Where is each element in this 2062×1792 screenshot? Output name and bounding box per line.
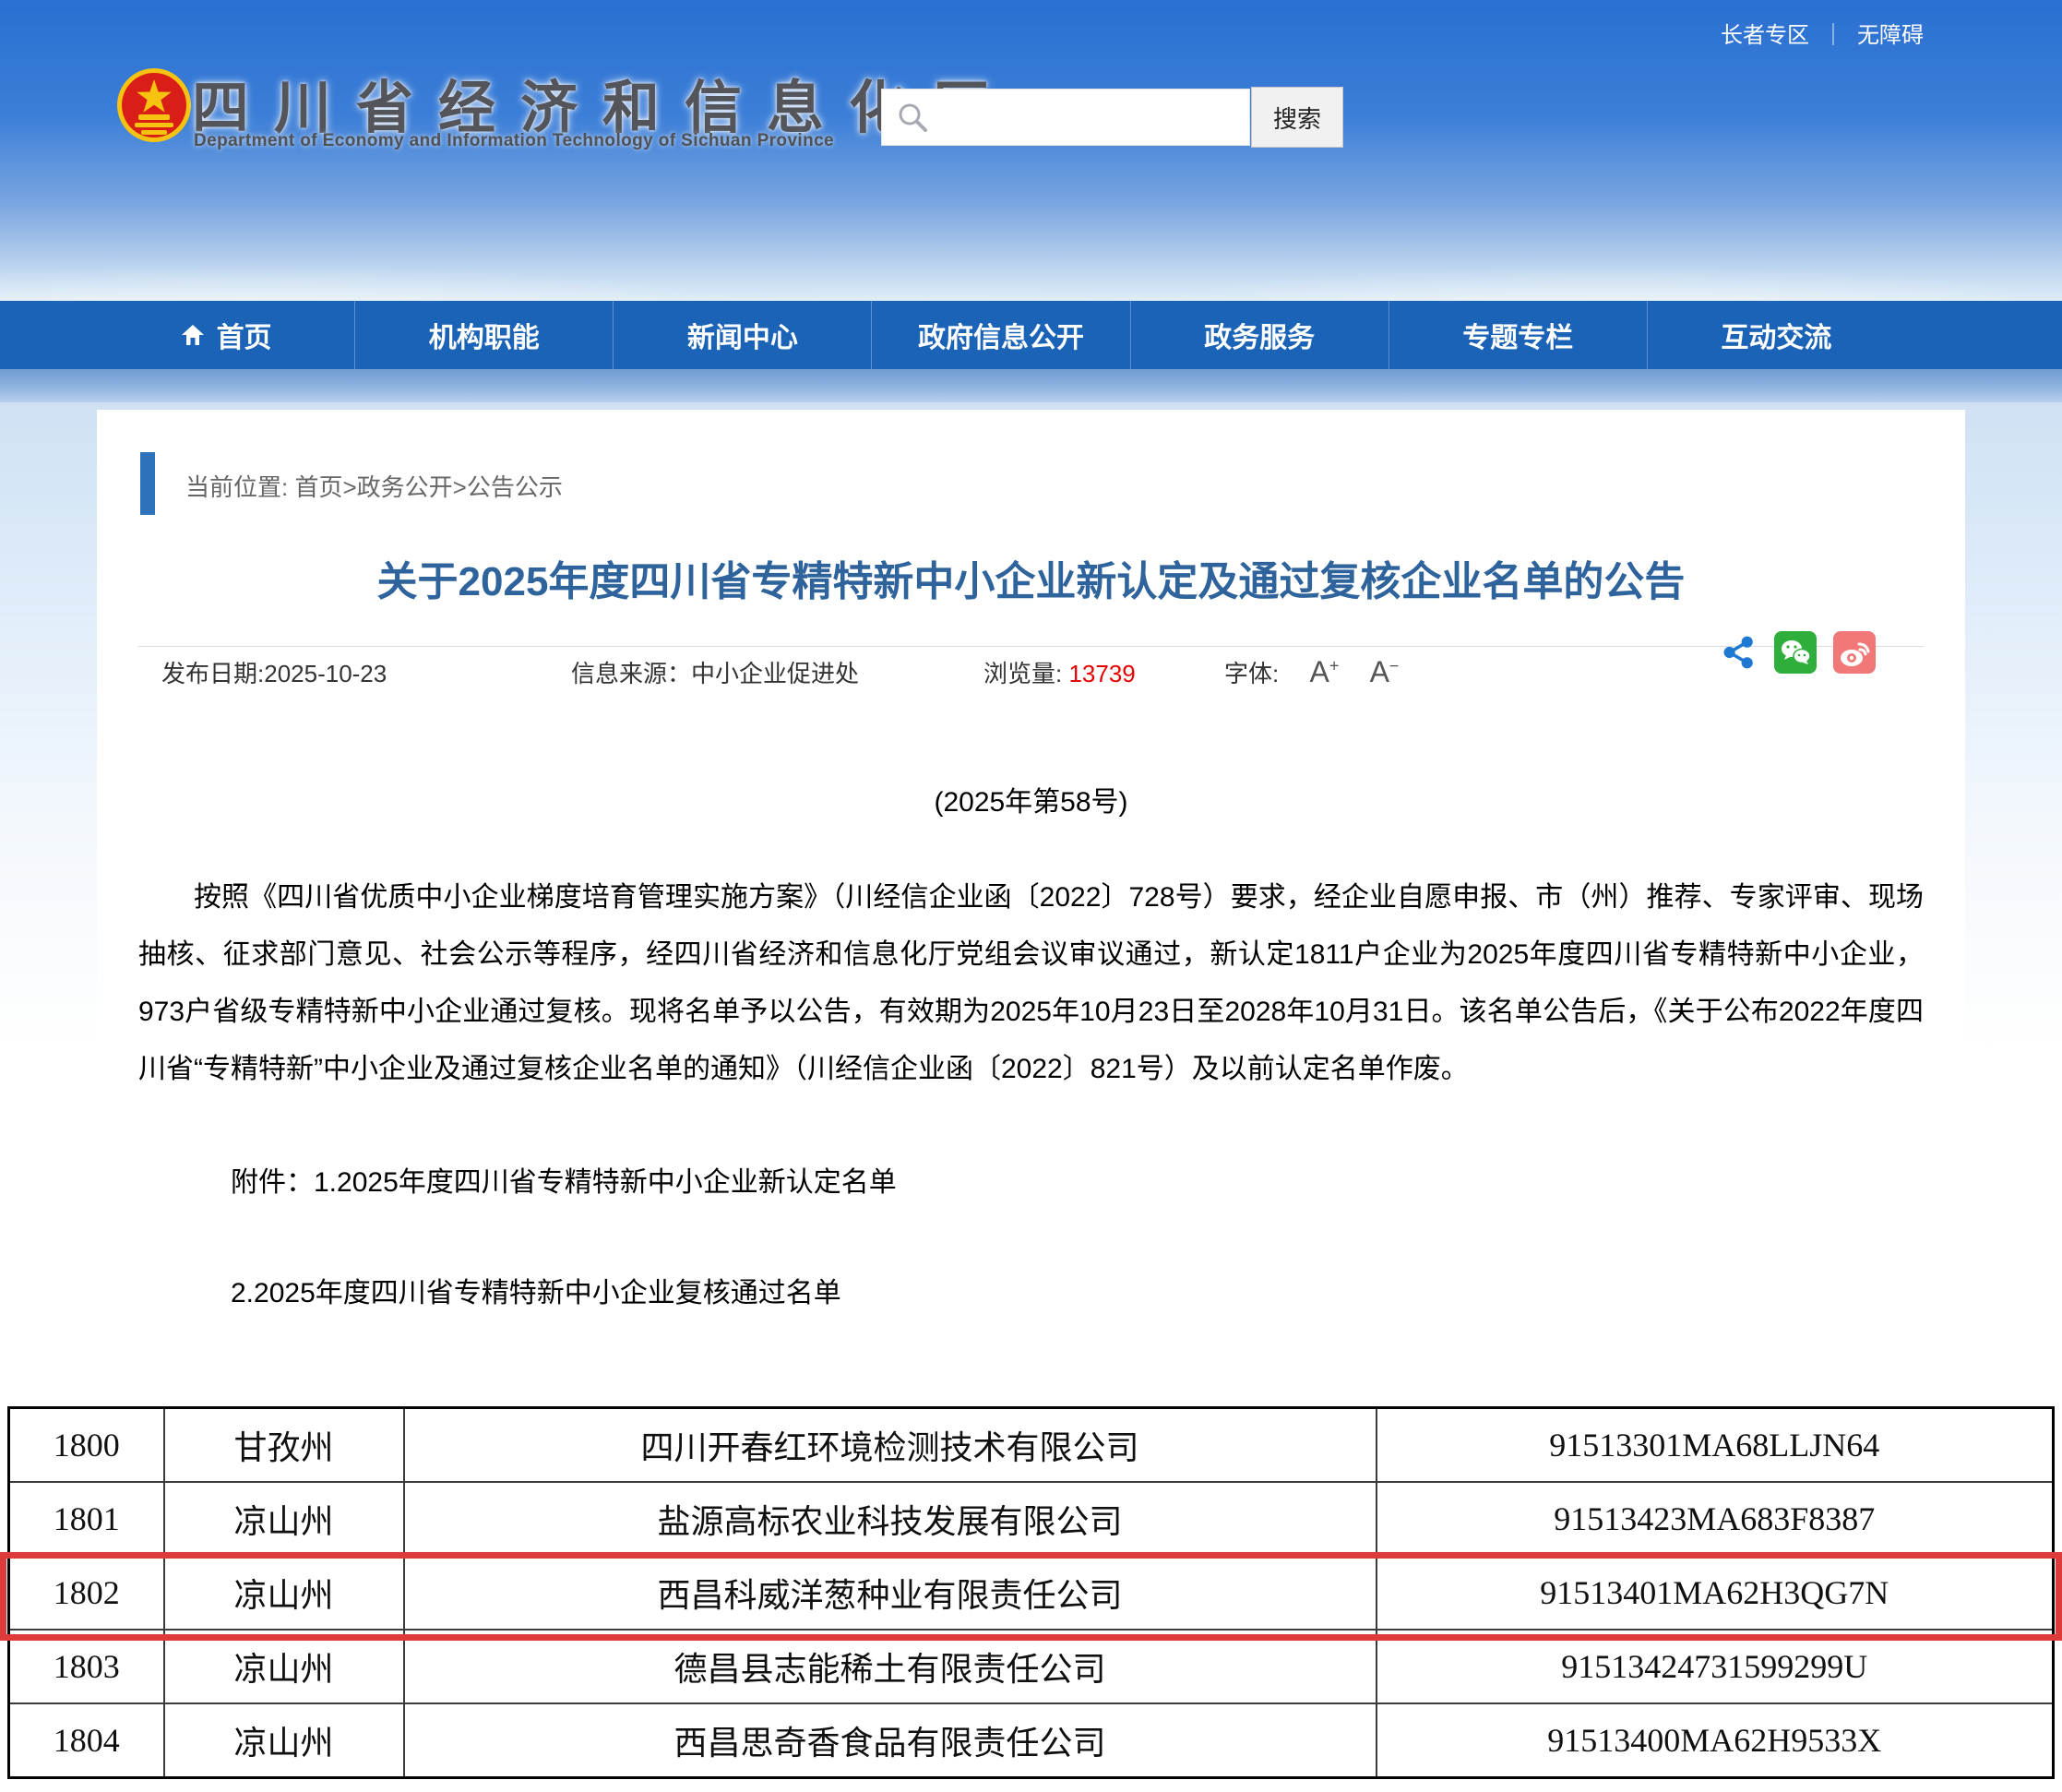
nav-label: 政府信息公开 bbox=[918, 315, 1084, 355]
share-icon[interactable] bbox=[1721, 634, 1758, 671]
cell-code: 91513400MA62H9533X bbox=[1377, 1703, 2054, 1778]
wechat-icon[interactable] bbox=[1774, 631, 1817, 674]
cell-code: 91513401MA62H3QG7N bbox=[1377, 1556, 2054, 1630]
share-toolbar bbox=[1721, 631, 1876, 674]
cell-no: 1804 bbox=[9, 1703, 164, 1778]
enterprise-table: 1800 甘孜州 四川开春红环境检测技术有限公司 91513301MA68LLJ… bbox=[7, 1406, 2055, 1779]
nav-item-topics[interactable]: 专题专栏 bbox=[1389, 301, 1647, 369]
attachment-link-1[interactable]: 1.2025年度四川省专精特新中小企业新认定名单 bbox=[314, 1167, 897, 1198]
nav-label: 互动交流 bbox=[1721, 315, 1831, 355]
elder-zone-link[interactable]: 长者专区 bbox=[1721, 17, 1809, 49]
attachment-link-2[interactable]: 2.2025年度四川省专精特新中小企业复核通过名单 bbox=[231, 1278, 841, 1308]
home-icon bbox=[180, 323, 206, 347]
site-subtitle: Department of Economy and Information Te… bbox=[194, 131, 834, 151]
search-input[interactable] bbox=[881, 89, 1250, 146]
font-increase-button[interactable]: A+ bbox=[1309, 655, 1339, 689]
breadcrumb-prefix: 当前位置: bbox=[185, 473, 288, 501]
main-nav-items: 首页 机构职能 新闻中心 政府信息公开 政务服务 专题专栏 互动交流 bbox=[97, 301, 1905, 369]
cell-company: 西昌科威洋葱种业有限责任公司 bbox=[404, 1556, 1377, 1630]
cell-code: 91513423MA683F8387 bbox=[1377, 1482, 2054, 1556]
table-row: 1804 凉山州 西昌思奇香食品有限责任公司 91513400MA62H9533… bbox=[9, 1703, 2054, 1778]
info-source-value: 中小企业促进处 bbox=[691, 660, 859, 687]
breadcrumb-trail[interactable]: 首页>政务公开>公告公示 bbox=[294, 473, 562, 501]
cell-region: 甘孜州 bbox=[164, 1408, 404, 1483]
table-row: 1800 甘孜州 四川开春红环境检测技术有限公司 91513301MA68LLJ… bbox=[9, 1408, 2054, 1483]
nav-item-functions[interactable]: 机构职能 bbox=[354, 301, 613, 369]
page-title: 关于2025年度四川省专精特新中小企业新认定及通过复核企业名单的公告 bbox=[97, 548, 1965, 607]
font-size-controls: 字体: A+ A− bbox=[1224, 655, 1399, 689]
publish-date: 发布日期:2025-10-23 bbox=[161, 655, 387, 689]
nav-item-home[interactable]: 首页 bbox=[97, 301, 354, 369]
font-size-label: 字体: bbox=[1224, 660, 1279, 687]
header-banner: 长者专区 ｜ 无障碍 四川省经济和信息化厅 Department of Econ… bbox=[0, 0, 2062, 301]
document-number: (2025年第58号) bbox=[97, 779, 1965, 819]
article-body: 按照《四川省优质中小企业梯度培育管理实施方案》（川经信企业函〔2022〕728号… bbox=[138, 869, 1924, 1098]
view-count-value: 13739 bbox=[1068, 660, 1135, 687]
info-source: 信息来源：中小企业促进处 bbox=[571, 655, 859, 689]
cell-company: 盐源高标农业科技发展有限公司 bbox=[404, 1482, 1377, 1556]
attachment-line-2: 2.2025年度四川省专精特新中小企业复核通过名单 bbox=[231, 1270, 841, 1310]
cell-company: 西昌思奇香食品有限责任公司 bbox=[404, 1703, 1377, 1778]
publish-date-label: 发布日期: bbox=[161, 660, 264, 687]
nav-label: 新闻中心 bbox=[687, 315, 798, 355]
nav-label: 专题专栏 bbox=[1462, 315, 1573, 355]
article-card: 当前位置: 首页>政务公开>公告公示 关于2025年度四川省专精特新中小企业新认… bbox=[97, 410, 1965, 1401]
nav-label: 首页 bbox=[217, 315, 272, 355]
breadcrumb: 当前位置: 首页>政务公开>公告公示 bbox=[185, 469, 563, 503]
main-nav: 首页 机构职能 新闻中心 政府信息公开 政务服务 专题专栏 互动交流 bbox=[0, 301, 2062, 369]
cell-region: 凉山州 bbox=[164, 1703, 404, 1778]
search-button[interactable]: 搜索 bbox=[1251, 87, 1343, 148]
nav-item-gov-info[interactable]: 政府信息公开 bbox=[871, 301, 1129, 369]
cell-company: 四川开春红环境检测技术有限公司 bbox=[404, 1408, 1377, 1483]
view-count-label: 浏览量: bbox=[983, 660, 1062, 687]
publish-date-value: 2025-10-23 bbox=[264, 660, 387, 687]
cell-region: 凉山州 bbox=[164, 1482, 404, 1556]
cell-no: 1802 bbox=[9, 1556, 164, 1630]
nav-bottom-strip bbox=[0, 369, 2062, 402]
font-decrease-button[interactable]: A− bbox=[1370, 655, 1400, 689]
weibo-icon[interactable] bbox=[1833, 631, 1876, 674]
nav-item-services[interactable]: 政务服务 bbox=[1130, 301, 1389, 369]
page: 长者专区 ｜ 无障碍 四川省经济和信息化厅 Department of Econ… bbox=[0, 0, 2062, 1792]
nav-label: 政务服务 bbox=[1204, 315, 1315, 355]
nav-label: 机构职能 bbox=[429, 315, 540, 355]
attachment-line-1: 附件：1.2025年度四川省专精特新中小企业新认定名单 bbox=[231, 1159, 897, 1200]
nav-item-news[interactable]: 新闻中心 bbox=[613, 301, 871, 369]
title-divider bbox=[138, 646, 1924, 647]
accessibility-link[interactable]: 无障碍 bbox=[1857, 17, 1924, 49]
attachments-label: 附件： bbox=[231, 1167, 314, 1198]
view-count: 浏览量: 13739 bbox=[983, 655, 1136, 689]
cell-region: 凉山州 bbox=[164, 1556, 404, 1630]
cell-code: 91513301MA68LLJN64 bbox=[1377, 1408, 2054, 1483]
cell-no: 1801 bbox=[9, 1482, 164, 1556]
cell-company: 德昌县志能稀土有限责任公司 bbox=[404, 1630, 1377, 1703]
cell-no: 1800 bbox=[9, 1408, 164, 1483]
breadcrumb-accent-bar bbox=[140, 452, 155, 515]
topbar-separator: ｜ bbox=[1822, 17, 1844, 49]
topbar-links: 长者专区 ｜ 无障碍 bbox=[1721, 17, 1924, 49]
table-row-highlighted: 1802 凉山州 西昌科威洋葱种业有限责任公司 91513401MA62H3QG… bbox=[9, 1556, 2054, 1630]
nav-item-interaction[interactable]: 互动交流 bbox=[1647, 301, 1905, 369]
info-source-label: 信息来源： bbox=[571, 660, 691, 687]
cell-no: 1803 bbox=[9, 1630, 164, 1703]
table-row: 1801 凉山州 盐源高标农业科技发展有限公司 91513423MA683F83… bbox=[9, 1482, 2054, 1556]
cell-region: 凉山州 bbox=[164, 1630, 404, 1703]
cell-code: 91513424731599299U bbox=[1377, 1630, 2054, 1703]
table-row: 1803 凉山州 德昌县志能稀土有限责任公司 91513424731599299… bbox=[9, 1630, 2054, 1703]
national-emblem-icon bbox=[116, 63, 192, 148]
